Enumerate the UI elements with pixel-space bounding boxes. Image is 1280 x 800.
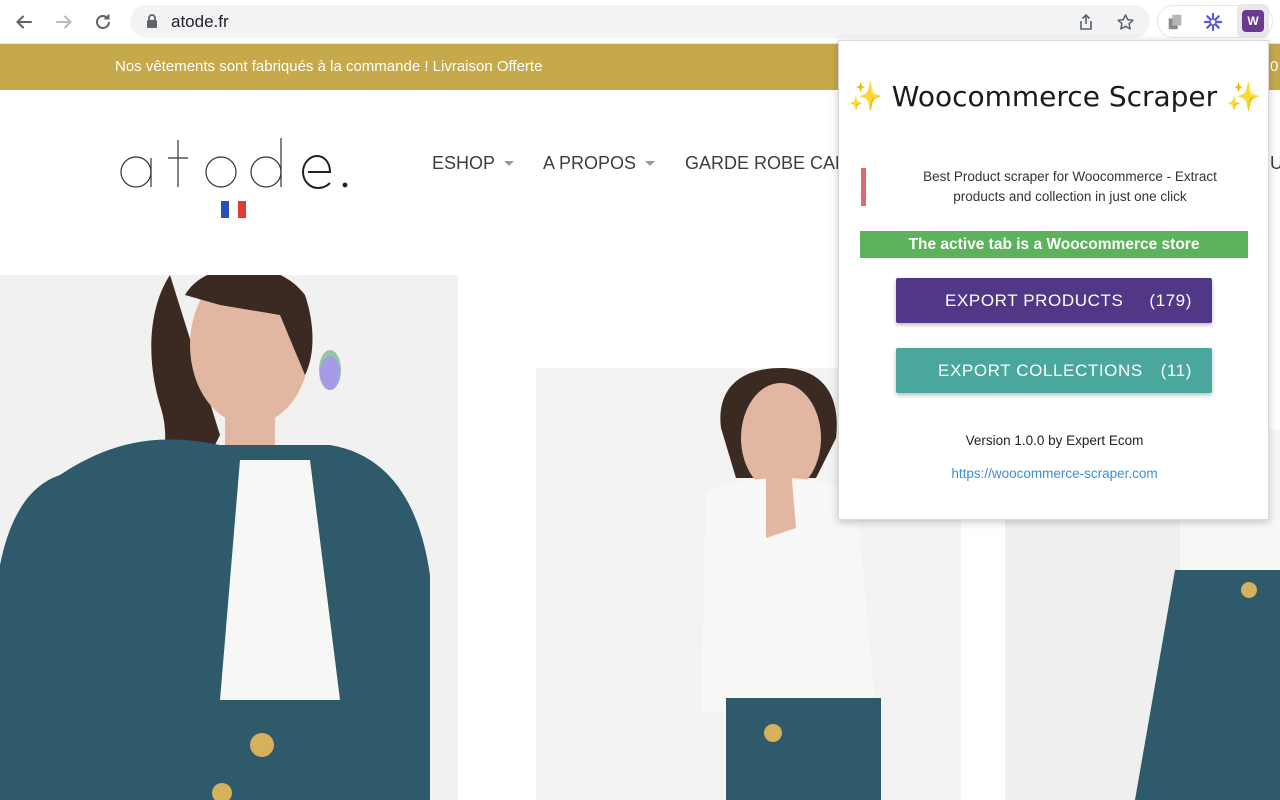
- browser-toolbar: atode.fr W: [0, 0, 1280, 44]
- chevron-down-icon: [645, 161, 656, 166]
- export-products-label: EXPORT PRODUCTS: [945, 290, 1124, 310]
- arrow-left-icon: [16, 15, 32, 29]
- sparkles-icon: ✨: [848, 80, 883, 113]
- menu-item-eshop[interactable]: ESHOP: [432, 153, 515, 174]
- lock-icon: [147, 14, 157, 28]
- popup-description: Best Product scraper for Woocommerce - E…: [923, 169, 1217, 204]
- atode-logo[interactable]: [118, 128, 358, 198]
- arrow-right-icon: [56, 15, 72, 29]
- version-text: Version 1.0.0 by Expert Ecom: [965, 433, 1144, 448]
- address-bar[interactable]: atode.fr: [130, 5, 1150, 38]
- url-text: atode.fr: [171, 12, 229, 31]
- export-collections-label: EXPORT COLLECTIONS: [938, 360, 1143, 380]
- sparkles-icon: ✨: [1226, 80, 1261, 113]
- product-image-blazer[interactable]: [0, 275, 458, 800]
- menu-item-label: U: [1270, 153, 1280, 173]
- woocommerce-scraper-icon: W: [1242, 10, 1264, 32]
- export-collections-count: (11): [1160, 360, 1192, 380]
- share-icon[interactable]: [1075, 11, 1097, 33]
- bookmark-star-icon[interactable]: [1114, 11, 1136, 33]
- popup-title: ✨ Woocommerce Scraper ✨: [839, 80, 1270, 113]
- popup-title-text: Woocommerce Scraper: [891, 80, 1218, 113]
- reload-icon: [96, 14, 110, 29]
- chevron-down-icon: [504, 161, 515, 166]
- store-status-badge: The active tab is a Woocommerce store: [860, 231, 1248, 258]
- menu-item-label: ESHOP: [432, 153, 496, 173]
- menu-item-clipped[interactable]: U: [1270, 153, 1280, 174]
- website-link[interactable]: https://woocommerce-scraper.com: [839, 466, 1270, 481]
- export-products-button[interactable]: EXPORT PRODUCTS (179): [896, 278, 1212, 323]
- menu-item-label: GARDE ROBE CAP: [685, 153, 848, 173]
- copy-extension-icon[interactable]: [1164, 11, 1186, 33]
- export-products-count: (179): [1149, 290, 1192, 310]
- announcement-text: Nos vêtements sont fabriqués à la comman…: [115, 58, 543, 75]
- announcement-text-right: 0: [1270, 58, 1279, 75]
- forward-button[interactable]: [50, 8, 78, 36]
- woocommerce-scraper-extension-button[interactable]: W: [1237, 4, 1269, 38]
- snowflake-extension-icon[interactable]: [1202, 11, 1224, 33]
- quote-bar: [861, 168, 866, 206]
- reload-button[interactable]: [89, 8, 117, 36]
- menu-item-a-propos[interactable]: A PROPOS: [543, 153, 656, 174]
- french-flag-icon[interactable]: [221, 201, 246, 218]
- back-button[interactable]: [10, 8, 38, 36]
- menu-item-garde-robe[interactable]: GARDE ROBE CAP: [685, 153, 847, 174]
- export-collections-button[interactable]: EXPORT COLLECTIONS (11): [896, 348, 1212, 393]
- menu-item-label: A PROPOS: [543, 153, 637, 173]
- woocommerce-scraper-popup: ✨ Woocommerce Scraper ✨ Best Product scr…: [838, 40, 1269, 520]
